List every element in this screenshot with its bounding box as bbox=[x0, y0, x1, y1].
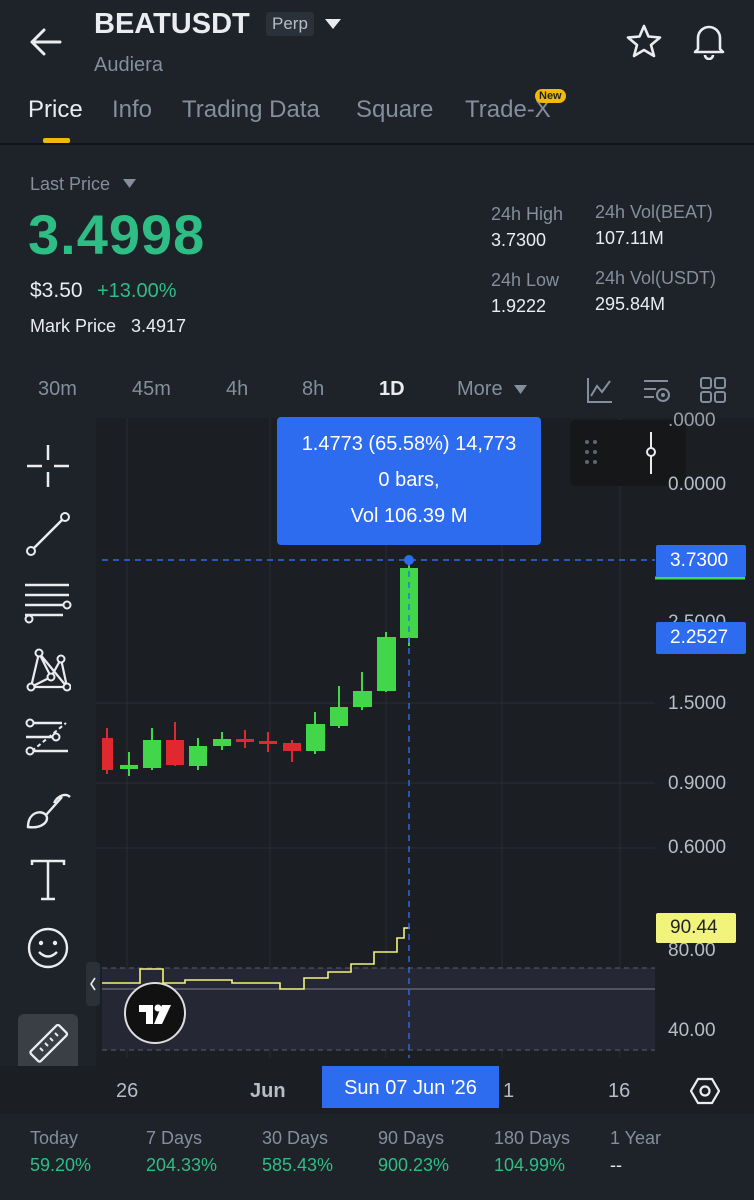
smiley-icon bbox=[27, 927, 69, 969]
tooltip-change: 1.4773 (65.58%) 14,773 bbox=[301, 433, 517, 455]
date-label-month: Jun bbox=[250, 1080, 286, 1102]
collapse-toolbar-handle[interactable] bbox=[86, 962, 100, 1006]
period-label-today: Today bbox=[30, 1128, 79, 1148]
perp-badge: Perp bbox=[266, 12, 314, 36]
bell-icon[interactable] bbox=[692, 22, 726, 60]
forecast-icon bbox=[25, 718, 68, 756]
tab-square[interactable]: Square bbox=[356, 96, 433, 124]
usd-price: $3.50 bbox=[30, 279, 83, 302]
date-label: 16 bbox=[608, 1080, 631, 1102]
axis-label: 40.00 bbox=[668, 1020, 716, 1041]
caret-down-icon[interactable] bbox=[123, 179, 136, 188]
timeframe-45m[interactable]: 45m bbox=[132, 378, 171, 401]
grid-layout-icon[interactable] bbox=[700, 377, 726, 403]
axis-label: 0.0000 bbox=[668, 474, 727, 495]
period-label-30d: 30 Days bbox=[262, 1128, 329, 1148]
period-value-180d: 104.99% bbox=[494, 1155, 566, 1175]
last-price-value: 3.4998 bbox=[28, 203, 206, 266]
chevron-left-icon bbox=[90, 977, 96, 991]
axis-label: 0.9000 bbox=[668, 773, 727, 794]
timeframe-1d[interactable]: 1D bbox=[379, 378, 405, 401]
axis-label: 0.6000 bbox=[668, 837, 727, 858]
drag-handle-icon[interactable] bbox=[583, 438, 599, 468]
star-icon[interactable] bbox=[626, 24, 662, 58]
low-value: 1.9222 bbox=[491, 296, 547, 316]
tooltip-volume: Vol 106.39 M bbox=[350, 505, 468, 527]
pattern-tool[interactable] bbox=[18, 640, 78, 700]
trend-line-icon bbox=[26, 512, 70, 556]
period-label-1y: 1 Year bbox=[610, 1128, 662, 1148]
axis-label: 80.00 bbox=[668, 940, 716, 961]
price-change: +13.00% bbox=[97, 280, 177, 302]
timeframe-8h[interactable]: 8h bbox=[302, 378, 324, 401]
timeframe-4h[interactable]: 4h bbox=[226, 378, 248, 401]
tab-info[interactable]: Info bbox=[112, 96, 152, 124]
crosshair-icon bbox=[27, 445, 69, 487]
symbol-subtitle: Audiera bbox=[94, 54, 163, 76]
tab-trading-data[interactable]: Trading Data bbox=[182, 96, 320, 124]
crosshair-date-label: Sun 07 Jun '26 bbox=[322, 1066, 499, 1108]
tab-price[interactable]: Price bbox=[28, 96, 83, 124]
caret-down-icon[interactable] bbox=[514, 385, 527, 394]
high-label: 24h High bbox=[491, 204, 564, 224]
crosshair-tool[interactable] bbox=[18, 436, 78, 496]
crosshair-price-label: 3.7300 bbox=[656, 545, 746, 577]
emoji-tool[interactable] bbox=[18, 918, 78, 978]
period-label-7d: 7 Days bbox=[146, 1128, 203, 1148]
period-value-today: 59.20% bbox=[30, 1155, 92, 1175]
line-style-icon[interactable] bbox=[644, 430, 658, 476]
symbol-title[interactable]: BEATUSDT bbox=[94, 8, 250, 41]
chart-settings-icon[interactable] bbox=[642, 376, 672, 404]
period-label-180d: 180 Days bbox=[494, 1128, 571, 1148]
vol-usdt-label: 24h Vol(USDT) bbox=[595, 268, 717, 288]
vol-beat-value: 107.11M bbox=[595, 228, 664, 248]
vol-beat-label: 24h Vol(BEAT) bbox=[595, 202, 713, 222]
xabcd-pattern-icon bbox=[26, 648, 71, 692]
period-value-30d: 585.43% bbox=[262, 1155, 334, 1175]
settings-hexagon-icon[interactable] bbox=[690, 1076, 720, 1106]
period-value-90d: 900.23% bbox=[378, 1155, 450, 1175]
fib-retracement-icon bbox=[24, 583, 72, 624]
candles bbox=[102, 560, 418, 776]
timeframe-more[interactable]: More bbox=[457, 378, 503, 401]
period-value-1y: -- bbox=[610, 1155, 622, 1175]
high-value: 3.7300 bbox=[491, 230, 547, 250]
tradingview-logo-icon bbox=[139, 1004, 171, 1024]
trend-line-tool[interactable] bbox=[18, 504, 78, 564]
tabs-divider bbox=[0, 143, 754, 145]
mark-price-label: Mark Price bbox=[30, 316, 117, 336]
close-price-label: 2.2527 bbox=[656, 622, 746, 654]
brush-tool[interactable] bbox=[18, 780, 78, 840]
period-performance bbox=[0, 1114, 754, 1200]
drawing-toolbar bbox=[0, 418, 100, 1116]
date-label: 1 bbox=[503, 1080, 515, 1102]
indicator-value-label: 90.44 bbox=[656, 913, 736, 943]
axis-label-top: .0000 bbox=[668, 410, 716, 431]
text-icon bbox=[30, 859, 66, 901]
measure-tooltip: 1.4773 (65.58%) 14,773 0 bars, Vol 106.3… bbox=[277, 417, 541, 545]
brush-icon bbox=[26, 793, 71, 829]
caret-down-icon[interactable] bbox=[324, 18, 342, 30]
timeframe-30m[interactable]: 30m bbox=[38, 378, 77, 401]
tradingview-logo bbox=[124, 982, 186, 1044]
last-price-label[interactable]: Last Price bbox=[30, 174, 110, 195]
prediction-tool[interactable] bbox=[18, 708, 78, 768]
low-label: 24h Low bbox=[491, 270, 560, 290]
date-label: 26 bbox=[116, 1080, 139, 1102]
ruler-icon bbox=[29, 1023, 69, 1063]
indicator-chart-icon[interactable] bbox=[586, 376, 614, 404]
back-arrow-icon[interactable] bbox=[30, 28, 62, 56]
axis-label: 1.5000 bbox=[668, 693, 727, 714]
fib-tool[interactable] bbox=[18, 572, 78, 632]
text-tool[interactable] bbox=[18, 850, 78, 910]
mark-price-value: 3.4917 bbox=[131, 316, 187, 336]
period-value-7d: 204.33% bbox=[146, 1155, 218, 1175]
new-badge: New bbox=[535, 89, 566, 103]
period-label-90d: 90 Days bbox=[378, 1128, 445, 1148]
tooltip-bars: 0 bars, bbox=[378, 469, 440, 491]
measure-tool[interactable] bbox=[18, 1014, 78, 1074]
vol-usdt-value: 295.84M bbox=[595, 294, 666, 314]
